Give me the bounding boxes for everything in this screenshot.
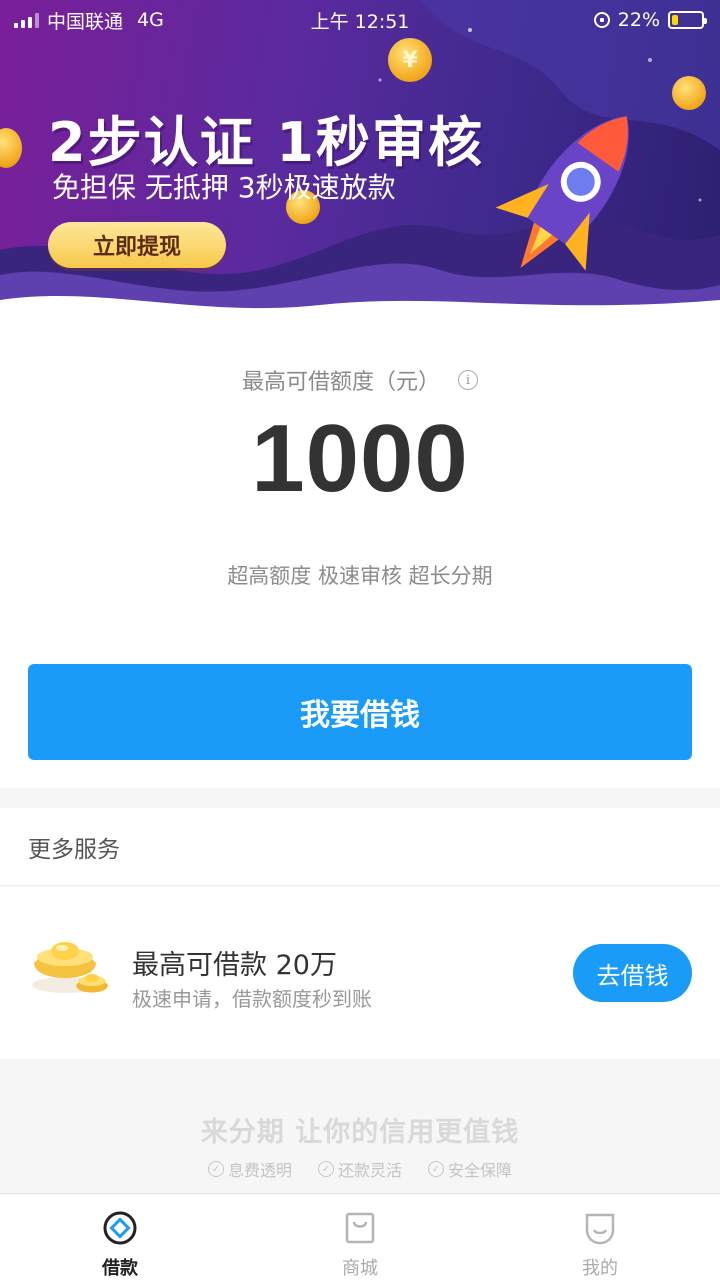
badge-label: 息费透明	[227, 1161, 292, 1180]
loan-limit-card: 最高可借额度（元） i 1000 超高额度 极速审核 超长分期 我要借钱	[0, 318, 720, 788]
coin-icon	[672, 76, 706, 110]
check-circle-icon: ✓	[207, 1161, 224, 1177]
battery-level-fill	[672, 15, 679, 25]
badge-label: 还款灵活	[337, 1161, 402, 1180]
check-circle-icon: ✓	[428, 1161, 444, 1177]
slogan-title: 来分期 让你的信用更值钱	[200, 1117, 520, 1148]
slogan-badges: ✓ 息费透明 ✓ 还款灵活 ✓ 安全保障	[0, 1157, 720, 1181]
bottom-tab-bar: 借款 商城 我的	[0, 1193, 720, 1280]
limit-amount: 1000	[251, 405, 469, 512]
badge-security: ✓ 安全保障	[428, 1157, 512, 1181]
limit-label: 最高可借额度（元）	[241, 370, 440, 395]
status-bar: 中国联通 4G 上午 12:51 22%	[0, 0, 720, 40]
service-item[interactable]: 最高可借款 20万 极速申请，借款额度秒到账 去借钱	[0, 887, 720, 1059]
more-services-header: 更多服务	[0, 808, 720, 886]
promo-banner[interactable]: 中国联通 4G 上午 12:51 22% ¥ 2步认证 1秒审核 免担保 无抵押…	[0, 0, 720, 320]
rocket-illustration	[495, 116, 629, 271]
withdraw-now-button[interactable]: 立即提现	[48, 222, 226, 268]
borrow-money-button[interactable]: 我要借钱	[28, 664, 692, 760]
tab-profile[interactable]: 我的	[480, 1194, 720, 1280]
badge-transparent-fees: ✓ 息费透明	[207, 1157, 292, 1181]
tab-label: 借款	[102, 1258, 138, 1279]
tab-label: 我的	[582, 1258, 618, 1279]
limit-tagline: 超高额度 极速审核 超长分期	[227, 564, 493, 588]
gold-ingot-icon	[32, 942, 108, 993]
badge-label: 安全保障	[448, 1161, 513, 1180]
loan-icon	[103, 1211, 137, 1245]
battery-icon	[668, 11, 707, 29]
info-icon[interactable]: i	[458, 370, 478, 390]
service-description: 极速申请，借款额度秒到账	[132, 987, 372, 1011]
limit-label-row: 最高可借额度（元） i	[0, 364, 720, 396]
signal-icon	[14, 12, 39, 28]
battery-percent: 22%	[617, 9, 660, 31]
service-title: 最高可借款 20万	[132, 950, 337, 981]
carrier-label: 中国联通	[47, 10, 124, 33]
badge-flexible-repayment: ✓ 还款灵活	[317, 1157, 402, 1181]
orientation-lock-icon	[593, 12, 610, 28]
tab-shop[interactable]: 商城	[240, 1194, 480, 1280]
shop-icon	[345, 1212, 375, 1244]
go-borrow-button[interactable]: 去借钱	[573, 944, 692, 1002]
profile-icon	[585, 1213, 615, 1245]
tab-label: 商城	[342, 1258, 378, 1279]
check-circle-icon: ✓	[317, 1161, 334, 1177]
banner-subtitle: 免担保 无抵押 3秒极速放款	[52, 171, 396, 204]
tab-loan[interactable]: 借款	[0, 1194, 240, 1280]
coin-icon: ¥	[388, 38, 432, 82]
status-time: 上午 12:51	[310, 10, 410, 33]
network-label: 4G	[137, 9, 164, 31]
